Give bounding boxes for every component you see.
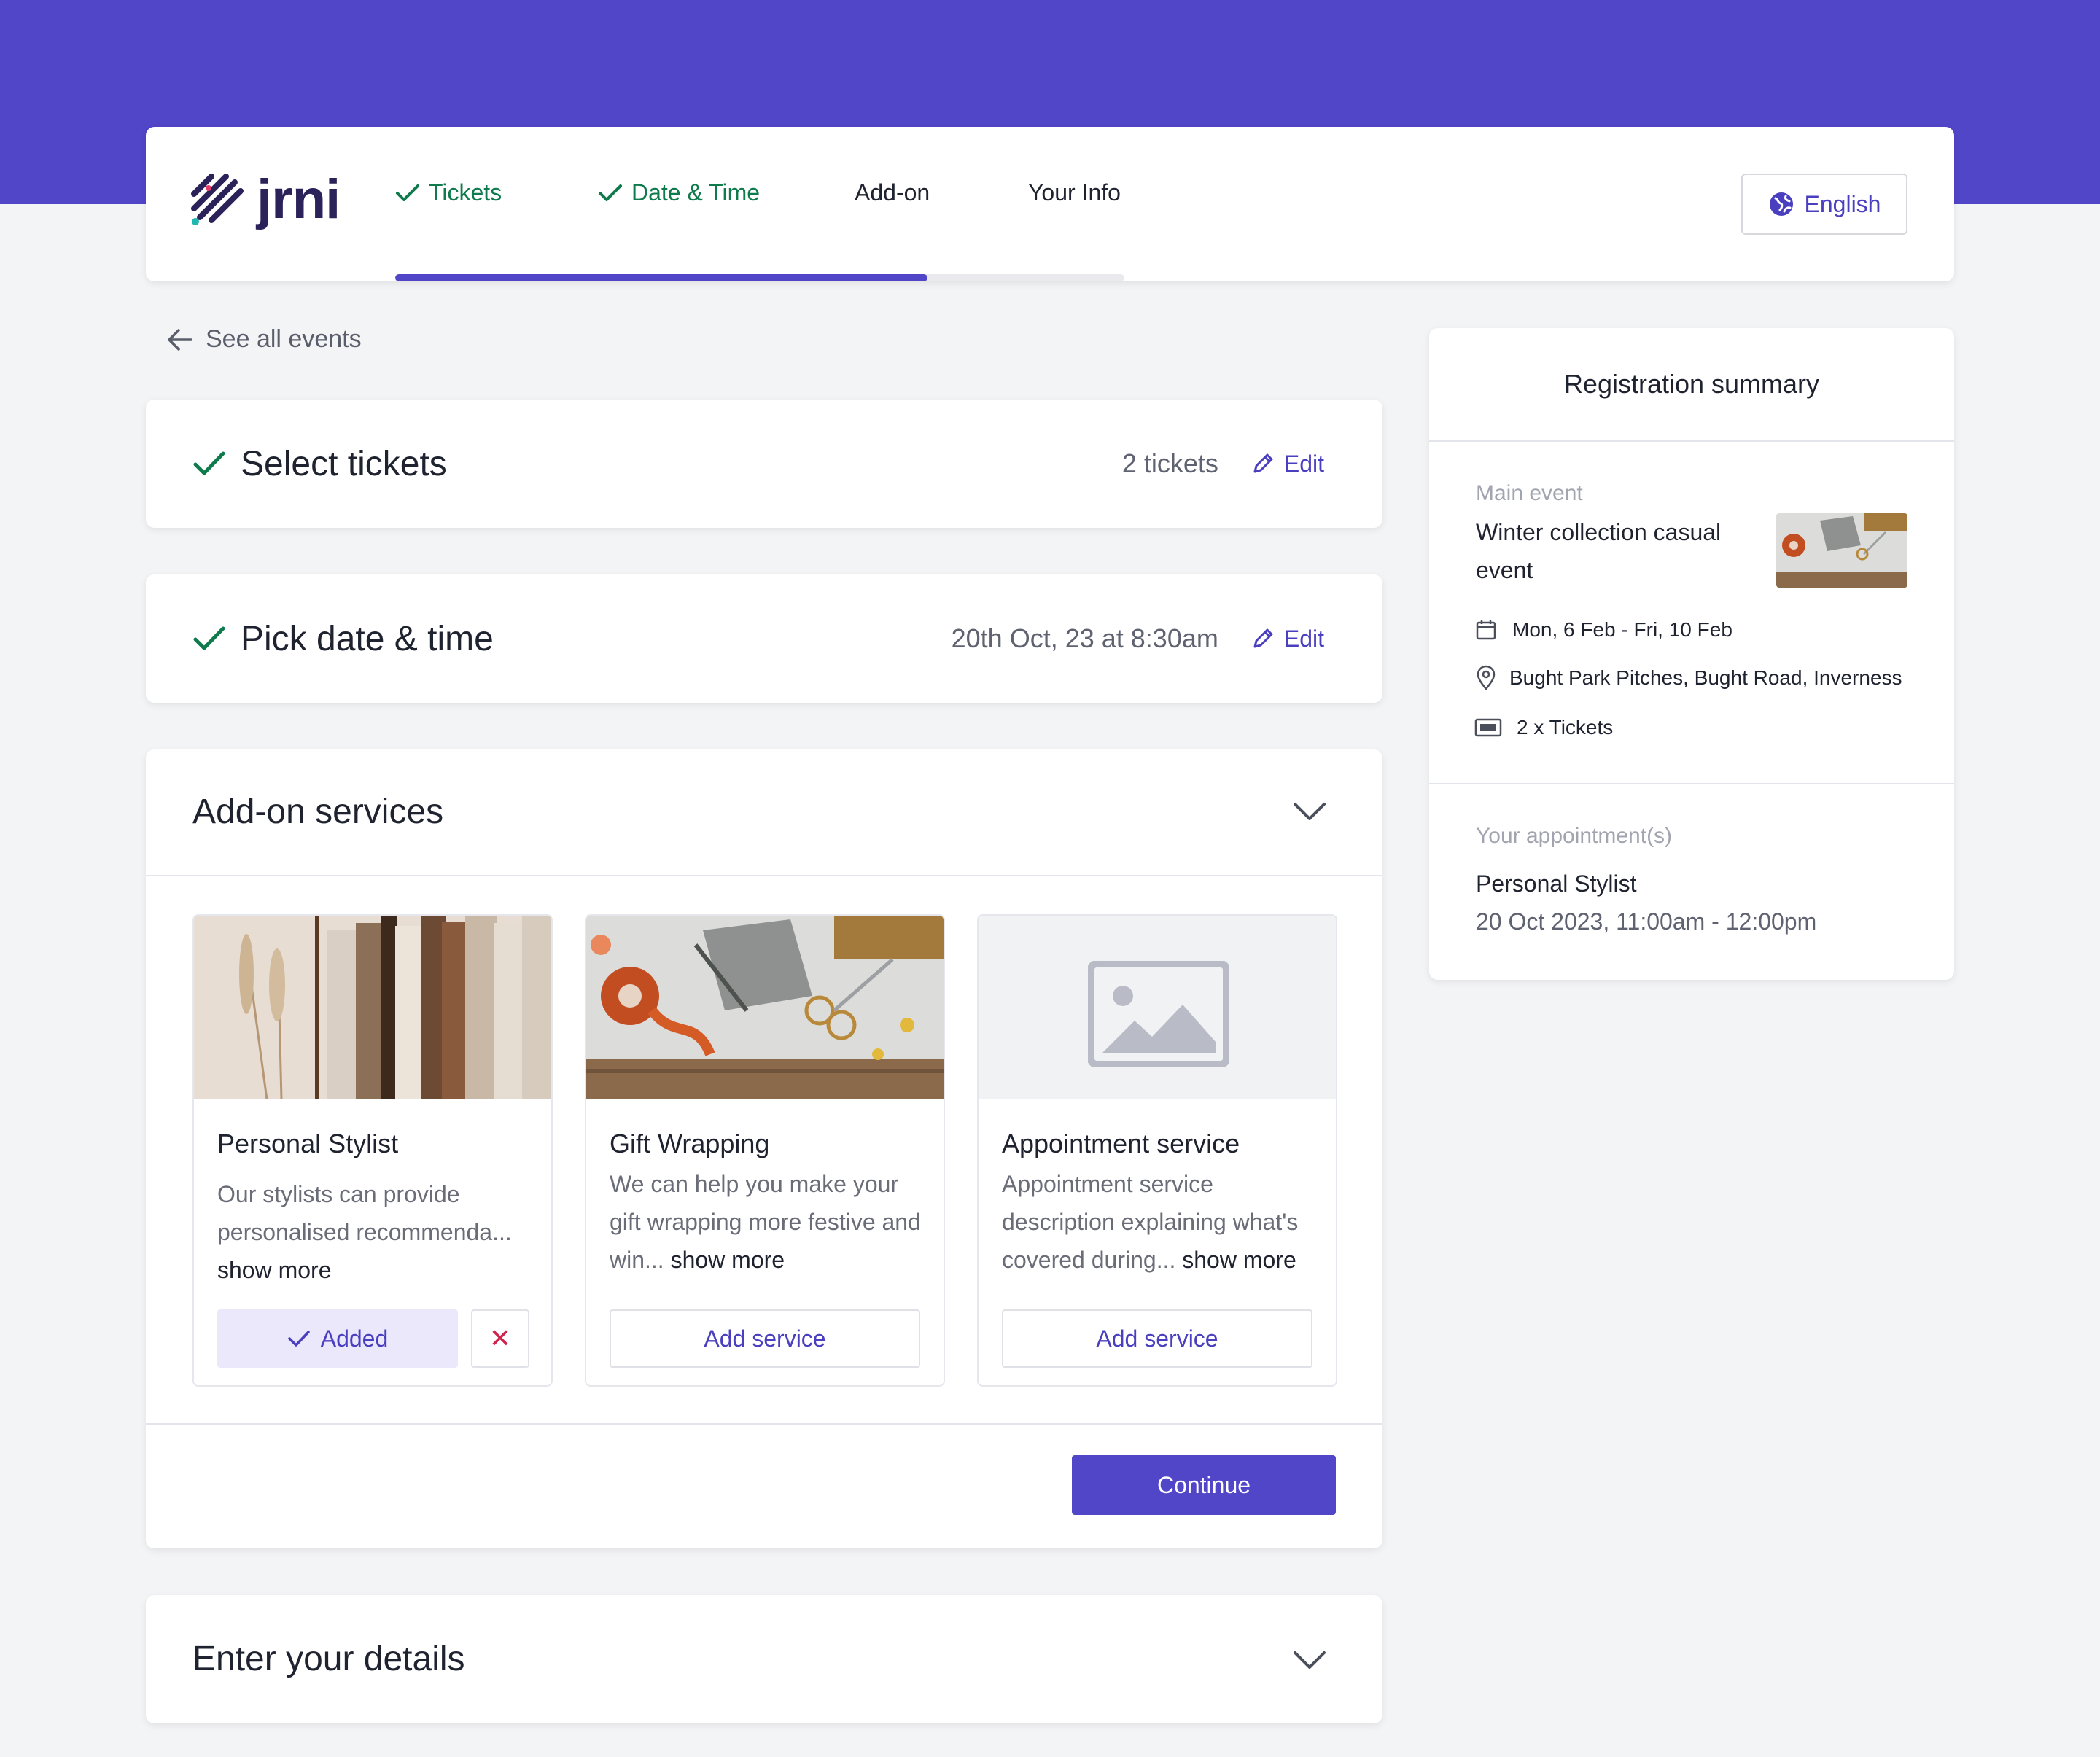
appointment-time: 20 Oct 2023, 11:00am - 12:00pm	[1476, 908, 1817, 935]
step-label: Your Info	[1028, 179, 1121, 206]
jrni-logo[interactable]: jrni	[190, 168, 341, 230]
show-more-link[interactable]: show more	[1182, 1247, 1296, 1273]
chevron-down-icon[interactable]	[1292, 1649, 1327, 1671]
show-more-link[interactable]: show more	[671, 1247, 785, 1273]
chevron-down-icon[interactable]	[1292, 800, 1327, 822]
service-image	[194, 916, 551, 1099]
add-service-button[interactable]: Add service	[610, 1309, 920, 1368]
service-card-gift-wrapping: Gift Wrapping We can help you make your …	[585, 914, 945, 1387]
event-dates: Mon, 6 Feb - Fri, 10 Feb	[1512, 618, 1732, 641]
image-placeholder-icon	[1088, 961, 1229, 1067]
arrow-left-icon	[168, 328, 192, 351]
ticket-summary: 2 x Tickets	[1517, 716, 1614, 739]
event-location-row: Bught Park Pitches, Bught Road, Invernes…	[1474, 665, 1902, 691]
check-icon	[193, 626, 225, 650]
check-icon	[287, 1331, 310, 1347]
service-description: Our stylists can provide personalised re…	[217, 1175, 531, 1289]
ticket-count-row: 2 x Tickets	[1474, 716, 1613, 739]
main-event-label: Main event	[1476, 481, 1583, 505]
edit-label: Edit	[1283, 450, 1324, 477]
globe-icon	[1769, 192, 1793, 216]
ticket-icon	[1474, 718, 1502, 737]
section-title: Pick date & time	[241, 619, 494, 658]
logo-stripes-icon	[191, 174, 244, 225]
location-pin-icon	[1477, 665, 1496, 691]
addon-services-card: Add-on services Personal Stylist Our sty…	[146, 749, 1382, 1548]
language-button[interactable]: English	[1741, 174, 1908, 235]
service-description: We can help you make your gift wrapping …	[610, 1165, 923, 1279]
pencil-icon	[1253, 453, 1273, 473]
image-placeholder	[979, 916, 1336, 1099]
step-label: Date & Time	[631, 179, 761, 206]
step-date-time[interactable]: Date & Time	[598, 179, 760, 206]
event-dates-row: Mon, 6 Feb - Fri, 10 Feb	[1474, 618, 1732, 642]
section-title: Enter your details	[192, 1640, 465, 1678]
step-your-info[interactable]: Your Info	[1028, 179, 1121, 206]
edit-tickets-button[interactable]: Edit	[1251, 451, 1324, 478]
edit-date-button[interactable]: Edit	[1251, 626, 1324, 652]
appointments-label: Your appointment(s)	[1476, 824, 1673, 848]
service-title: Personal Stylist	[217, 1129, 399, 1158]
divider	[146, 1423, 1382, 1425]
close-icon: ✕	[489, 1323, 512, 1353]
step-label: Add-on	[855, 179, 930, 206]
selected-date: 20th Oct, 23 at 8:30am	[951, 623, 1218, 653]
step-tickets[interactable]: Tickets	[395, 179, 502, 206]
logo-wordmark: jrni	[257, 168, 341, 230]
service-card-personal-stylist: Personal Stylist Our stylists can provid…	[192, 914, 553, 1387]
header-bar: jrni Tickets Date & Time Add-on Your Inf…	[146, 127, 1954, 281]
description-text: Our stylists can provide personalised re…	[217, 1181, 512, 1245]
service-title: Appointment service	[1002, 1129, 1240, 1158]
service-description: Appointment service description explaini…	[1002, 1165, 1315, 1279]
divider	[1429, 783, 1954, 784]
section-title: Select tickets	[241, 444, 447, 483]
add-service-button[interactable]: Add service	[1002, 1309, 1312, 1368]
calendar-icon	[1476, 620, 1496, 640]
check-icon	[599, 184, 622, 201]
step-label: Tickets	[429, 179, 502, 206]
back-link-label: See all events	[206, 325, 362, 353]
appointment-name: Personal Stylist	[1476, 870, 1637, 897]
service-card-appointment: Appointment service Appointment service …	[977, 914, 1337, 1387]
addon-services-header[interactable]: Add-on services	[146, 749, 1382, 876]
service-title: Gift Wrapping	[610, 1129, 770, 1158]
edit-label: Edit	[1283, 625, 1324, 652]
event-thumbnail	[1776, 513, 1908, 588]
step-add-on[interactable]: Add-on	[855, 179, 930, 206]
ticket-count: 2 tickets	[1121, 448, 1218, 478]
enter-details-card[interactable]: Enter your details	[146, 1595, 1382, 1723]
remove-service-button[interactable]: ✕	[471, 1309, 529, 1368]
progress-fill	[395, 274, 928, 281]
section-title: Add-on services	[192, 792, 444, 831]
summary-title: Registration summary	[1429, 328, 1954, 442]
continue-button[interactable]: Continue	[1072, 1455, 1336, 1515]
added-label: Added	[320, 1325, 389, 1352]
event-location: Bught Park Pitches, Bught Road, Invernes…	[1509, 666, 1902, 689]
check-icon	[193, 451, 225, 475]
registration-summary: Registration summary Main event Winter c…	[1429, 328, 1954, 980]
event-name: Winter collection casual event	[1476, 519, 1722, 583]
pencil-icon	[1253, 628, 1273, 648]
select-tickets-card: Select tickets 2 tickets Edit	[146, 400, 1382, 528]
check-icon	[396, 184, 419, 201]
pick-date-card: Pick date & time 20th Oct, 23 at 8:30am …	[146, 574, 1382, 703]
progress-bar	[395, 274, 1124, 281]
language-label: English	[1804, 190, 1881, 217]
show-more-link[interactable]: show more	[217, 1257, 332, 1283]
see-all-events-link[interactable]: See all events	[166, 325, 362, 354]
service-image	[586, 916, 944, 1099]
added-button[interactable]: Added	[217, 1309, 458, 1368]
